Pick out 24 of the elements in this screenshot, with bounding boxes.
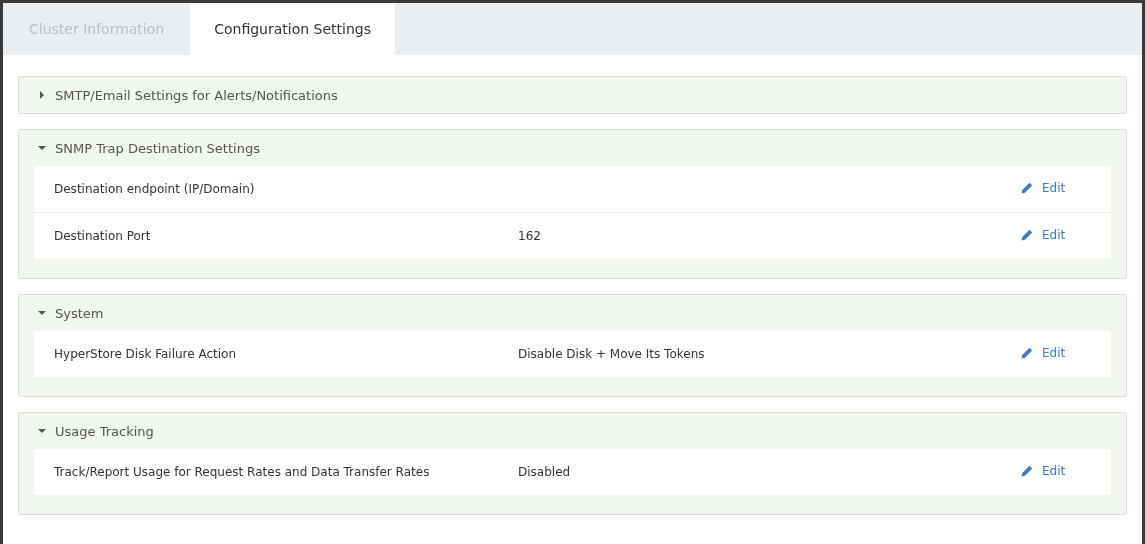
section-title[interactable]: Usage Tracking xyxy=(55,423,154,439)
pencil-icon xyxy=(1021,465,1033,477)
caret-icon[interactable] xyxy=(38,427,46,435)
setting-value: Disable Disk + Move Its Tokens xyxy=(518,347,705,361)
edit-link[interactable]: Edit xyxy=(1021,346,1066,360)
caret-icon[interactable] xyxy=(38,144,46,152)
setting-label: Destination endpoint (IP/Domain) xyxy=(54,182,255,196)
setting-value: Disabled xyxy=(518,465,571,479)
pencil-icon xyxy=(1021,182,1033,194)
section-title[interactable]: System xyxy=(55,305,104,321)
section-title[interactable]: SNMP Trap Destination Settings xyxy=(55,140,260,156)
setting-label: Track/Report Usage for Request Rates and Data Transfer Rates xyxy=(54,465,430,479)
section-title[interactable]: SMTP/Email Settings for Alerts/Notifications xyxy=(55,87,338,103)
setting-value: 162 xyxy=(518,229,541,243)
pencil-icon xyxy=(1021,347,1033,359)
pencil-icon xyxy=(1021,229,1033,241)
edit-link[interactable]: Edit xyxy=(1021,181,1066,195)
edit-link[interactable]: Edit xyxy=(1021,464,1066,478)
edit-link[interactable]: Edit xyxy=(1021,228,1066,242)
caret-icon[interactable] xyxy=(38,309,46,317)
caret-icon[interactable] xyxy=(38,91,46,99)
setting-label: Destination Port xyxy=(54,229,151,243)
setting-label: HyperStore Disk Failure Action xyxy=(54,347,237,361)
tab[interactable]: Configuration Settings xyxy=(190,3,395,55)
